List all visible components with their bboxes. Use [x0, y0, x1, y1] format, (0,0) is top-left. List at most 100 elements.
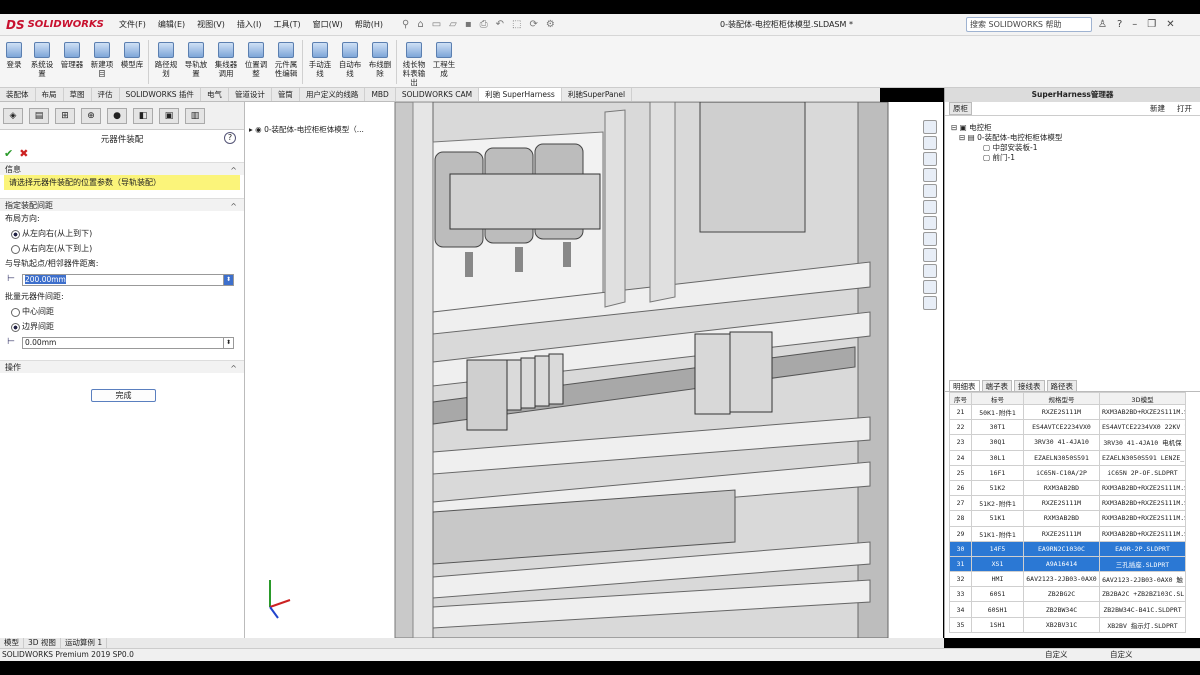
user-icon[interactable]: ♙ — [1098, 14, 1107, 36]
tab-cabinet[interactable]: 原柜 — [949, 102, 972, 115]
table-row[interactable]: 34 60SH1 ZB2BW34C ZB2BW34C-B41C.SLDPRT — [949, 601, 1186, 618]
table-row[interactable]: 32 HMI 6AV2123-2JB03-0AX0 6AV2123-2JB03-0AX… — [949, 571, 1186, 588]
tab-3d-view[interactable]: 3D 视图 — [24, 638, 61, 648]
tab-tubing[interactable]: 管筒 — [272, 88, 300, 101]
cam-icon[interactable] — [923, 296, 937, 310]
tab-superharness[interactable]: 利驰 SuperHarness — [479, 88, 562, 101]
superpanel-icon[interactable] — [923, 248, 937, 262]
table-row[interactable]: 26 51K2 RXM3AB2BD RXM3AB2BD+RXZE2S111M.S — [949, 479, 1186, 497]
done-button[interactable]: 完成 — [91, 389, 156, 402]
position-adjust-button[interactable]: 位置调整 — [242, 42, 270, 78]
save-icon[interactable]: ▪ — [465, 19, 472, 30]
undo-icon[interactable]: ↶ — [496, 19, 504, 30]
help-search-input[interactable]: 搜索 SOLIDWORKS 帮助 — [966, 17, 1092, 32]
breaker-modules[interactable] — [694, 331, 773, 415]
table-row[interactable]: 27 51K2-附件1 RXZE2S111M RXM3AB2BD+RXZE2S111M… — [949, 495, 1186, 512]
component-properties-button[interactable]: 元件属性编辑 — [272, 42, 300, 78]
path-planning-button[interactable]: 路径规划 — [152, 42, 180, 78]
table-row[interactable]: 33 60S1 ZB2BG2C ZB2BA2C +ZB2BZ103C.SL — [949, 586, 1186, 603]
restore-icon[interactable]: ❐ — [1147, 14, 1156, 36]
tab-model[interactable]: 模型 — [0, 638, 24, 648]
display-manager-icon[interactable]: ● — [107, 107, 127, 124]
manual-wiring-button[interactable]: 手动连线 — [306, 42, 334, 78]
tab-bom[interactable]: 明细表 — [949, 380, 980, 391]
table-row[interactable]: 23 30Q1 3RV30 41-4JA10 3RV30 41-4JA10 电机保 — [949, 434, 1186, 451]
custom-properties-icon[interactable] — [923, 200, 937, 214]
operations-section-header[interactable]: 操作 — [0, 360, 244, 375]
open-icon[interactable]: ▱ — [449, 19, 457, 30]
solidworks-logo[interactable]: DS SOLIDWORKS — [0, 14, 104, 36]
tab-mbd[interactable]: MBD — [365, 88, 396, 101]
new-document-icon[interactable]: ▭ — [432, 19, 441, 30]
resources-icon[interactable] — [923, 136, 937, 150]
tab-layout[interactable]: 布局 — [36, 88, 64, 101]
generate-drawing-button[interactable]: 工程生成 — [430, 42, 458, 78]
menu-help[interactable]: 帮助(H) — [350, 14, 388, 36]
model-library-button[interactable]: 模型库 — [118, 42, 146, 69]
spin-stepper-icon[interactable]: ⬍ — [223, 338, 233, 348]
feature-tree-root[interactable]: ▸ ◉ 0-装配体-电控柜柜体模型（... — [249, 124, 364, 135]
tab-terminals[interactable]: 端子表 — [981, 380, 1012, 391]
tab-user-routing[interactable]: 用户定义的线路 — [300, 88, 366, 101]
cam-icon[interactable]: ◧ — [133, 107, 153, 124]
configuration-icon[interactable]: ⊞ — [55, 107, 75, 124]
tab-motion-study[interactable]: 运动算例 1 — [61, 638, 108, 648]
menu-view[interactable]: 视图(V) — [192, 14, 230, 36]
tab-sketch[interactable]: 草图 — [64, 88, 92, 101]
custom-units[interactable]: 自定义 — [1045, 649, 1068, 661]
table-row[interactable]: 21 50K1-附件1 RXZE2S111M RXM3AB2BD+RXZE2S111M… — [949, 403, 1186, 421]
auto-routing-button[interactable]: 自动布线 — [336, 42, 364, 78]
home-icon[interactable] — [923, 120, 937, 134]
radio-left-to-right[interactable]: 从左向右(从上到下) — [0, 226, 244, 241]
file-explorer-icon[interactable] — [923, 168, 937, 182]
spacing-section-header[interactable]: 指定装配间距 — [0, 198, 244, 213]
col-index[interactable]: 序号 — [949, 392, 972, 405]
tab-connections[interactable]: 接线表 — [1014, 380, 1045, 391]
spin-stepper-icon[interactable]: ⬍ — [223, 275, 233, 285]
new-project-button[interactable]: 新建项目 — [88, 42, 116, 78]
table-row[interactable]: 31 XS1 A9A16414 三孔插座.SLDPRT — [949, 555, 1186, 573]
ok-check-icon[interactable]: ✔ — [4, 147, 13, 160]
tools-icon[interactable] — [923, 264, 937, 278]
custom-tab-icon[interactable]: ▥ — [185, 107, 205, 124]
select-icon[interactable]: ⬚ — [512, 19, 521, 30]
radio-right-to-left[interactable]: 从右向左(从下到上) — [0, 241, 244, 256]
pin-icon[interactable]: ⚲ — [402, 19, 409, 30]
print-icon[interactable]: ⎙ — [480, 19, 488, 30]
options-gear-icon[interactable]: ⚙ — [546, 19, 555, 30]
minimize-icon[interactable]: – — [1132, 14, 1137, 36]
table-row[interactable]: 28 51K1 RXM3AB2BD RXM3AB2BD+RXZE2S111M.S — [949, 510, 1186, 527]
manager-button[interactable]: 管理器 — [58, 42, 86, 69]
dimxpert-icon[interactable]: ⊕ — [81, 107, 101, 124]
wire-bom-export-button[interactable]: 线长物料表输出 — [400, 42, 428, 87]
login-button[interactable]: 登录 — [0, 42, 28, 69]
tab-assembly[interactable]: 装配体 — [0, 88, 36, 101]
design-library-icon[interactable] — [923, 152, 937, 166]
cabinet-3d-model[interactable] — [245, 102, 943, 638]
custom-units-2[interactable]: 自定义 — [1110, 649, 1133, 661]
delete-routing-button[interactable]: 布线删除 — [366, 42, 394, 78]
hub-call-button[interactable]: 集线器调用 — [212, 42, 240, 78]
graphics-area[interactable]: ▸ ◉ 0-装配体-电控柜柜体模型（... — [245, 102, 943, 638]
tab-cam[interactable]: SOLIDWORKS CAM — [396, 88, 480, 101]
table-row[interactable]: 29 51K1-附件1 RXZE2S111M RXM3AB2BD+RXZE2S111M… — [949, 525, 1186, 542]
tab-piping[interactable]: 管道设计 — [229, 88, 272, 101]
rail-placement-button[interactable]: 导轨放置 — [182, 42, 210, 78]
feature-tree-icon[interactable]: ◈ — [3, 107, 23, 124]
appearances-icon[interactable] — [923, 184, 937, 198]
info-section-header[interactable]: 信息 — [0, 162, 244, 177]
radio-center-spacing[interactable]: 中心间距 — [0, 304, 244, 319]
electrical-icon[interactable] — [923, 280, 937, 294]
tab-evaluate[interactable]: 评估 — [92, 88, 120, 101]
help-icon[interactable]: ? — [224, 132, 236, 144]
property-manager-icon[interactable]: ▤ — [29, 107, 49, 124]
forum-icon[interactable] — [923, 216, 937, 230]
home-icon[interactable]: ⌂ — [417, 19, 423, 30]
tree-node-front-door[interactable]: ▢ 前门-1 — [983, 152, 1015, 163]
radio-edge-spacing[interactable]: 边界间距 — [0, 319, 244, 334]
col-spec[interactable]: 规格型号 — [1023, 392, 1100, 405]
routing-icon[interactable]: ▣ — [159, 107, 179, 124]
tab-electrical[interactable]: 电气 — [201, 88, 229, 101]
help-icon[interactable]: ? — [1117, 14, 1122, 36]
col-tag[interactable]: 标号 — [971, 392, 1024, 405]
